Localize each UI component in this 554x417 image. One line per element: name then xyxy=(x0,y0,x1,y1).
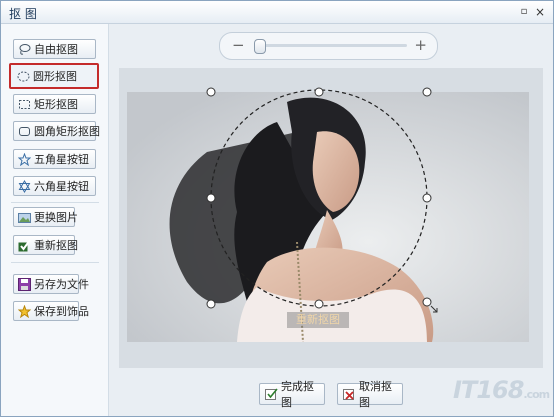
change-image-button[interactable]: 更换图片 xyxy=(13,207,78,227)
resize-handle[interactable] xyxy=(422,87,432,97)
editing-canvas[interactable]: 重新抠图 xyxy=(119,68,543,368)
save-icon xyxy=(18,277,31,291)
window-title: 抠 图 xyxy=(9,7,37,21)
recut-overlay-label[interactable]: 重新抠图 xyxy=(287,312,349,328)
cutout-dialog: 抠 图 ▫ × 自由抠图 圆形抠图 矩形抠图 圆角矩形抠图 五角星按钮 六角星按… xyxy=(0,0,554,417)
resize-handle[interactable] xyxy=(206,193,216,203)
star-save-icon xyxy=(18,304,31,318)
resize-handle[interactable] xyxy=(206,299,216,309)
save-to-accessory-button[interactable]: 保存到饰品 xyxy=(13,301,89,321)
cancel-icon xyxy=(343,388,356,401)
check-brush-icon xyxy=(18,238,31,252)
rounded-rect-icon xyxy=(18,125,31,138)
resize-handle[interactable] xyxy=(206,87,216,97)
image-icon xyxy=(18,211,31,224)
star-outline-icon xyxy=(18,152,31,166)
cancel-cutout-button[interactable]: 取消抠图 xyxy=(337,380,403,409)
ellipse-select-icon xyxy=(17,70,30,83)
zoom-slider[interactable]: − + xyxy=(219,32,438,60)
rounded-rect-cutout-button[interactable]: 圆角矩形抠图 xyxy=(13,121,100,141)
zoom-out-button[interactable]: − xyxy=(232,36,245,54)
title-bar: 抠 图 ▫ × xyxy=(1,1,553,24)
finish-cutout-button[interactable]: 完成抠图 xyxy=(259,380,325,409)
close-button[interactable]: × xyxy=(533,5,547,19)
rotate-handle-icon[interactable] xyxy=(422,297,438,313)
five-star-button[interactable]: 五角星按钮 xyxy=(13,149,96,169)
zoom-in-button[interactable]: + xyxy=(414,36,427,54)
resize-handle[interactable] xyxy=(314,87,324,97)
rect-cutout-button[interactable]: 矩形抠图 xyxy=(13,94,96,114)
minimize-button[interactable]: ▫ xyxy=(517,5,531,19)
sidebar-divider xyxy=(11,202,99,203)
sidebar-divider xyxy=(11,262,99,263)
resize-handle[interactable] xyxy=(314,299,324,309)
free-cutout-button[interactable]: 自由抠图 xyxy=(13,39,96,59)
zoom-knob[interactable] xyxy=(254,39,266,54)
resize-handle[interactable] xyxy=(422,193,432,203)
recut-button[interactable]: 重新抠图 xyxy=(13,235,78,255)
confirm-edit-icon xyxy=(265,387,278,401)
it168-watermark: IT168.com xyxy=(453,376,550,404)
lasso-icon xyxy=(18,43,31,56)
hexagram-icon xyxy=(18,179,31,193)
rect-select-icon xyxy=(18,98,31,111)
zoom-track[interactable] xyxy=(256,44,407,47)
save-as-file-button[interactable]: 另存为文件 xyxy=(13,274,89,294)
circle-cutout-button[interactable]: 圆形抠图 xyxy=(9,63,99,89)
tool-sidebar: 自由抠图 圆形抠图 矩形抠图 圆角矩形抠图 五角星按钮 六角星按钮 更换图片 重… xyxy=(1,24,109,416)
six-star-button[interactable]: 六角星按钮 xyxy=(13,176,96,196)
